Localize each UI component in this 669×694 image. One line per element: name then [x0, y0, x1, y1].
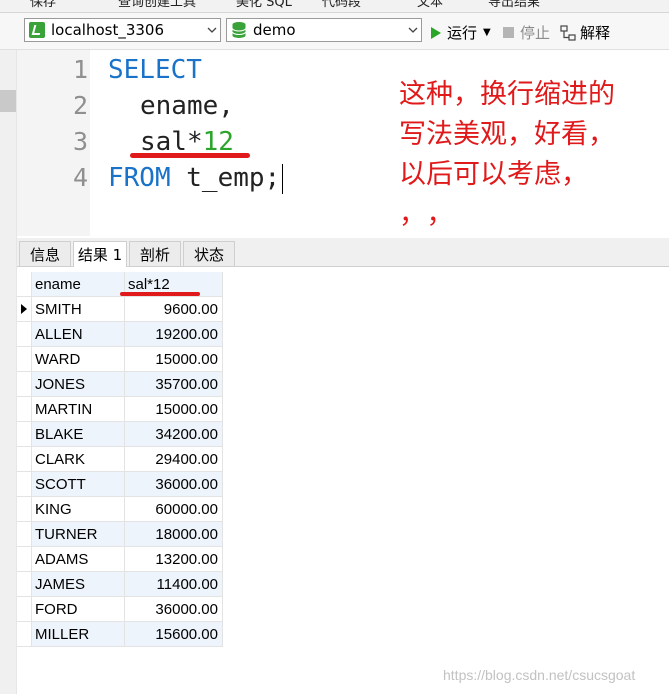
annotation-underline [120, 292, 200, 296]
connection-select[interactable]: localhost_3306 [24, 18, 221, 42]
cell-sal[interactable]: 11400.00 [125, 572, 223, 597]
database-select-value: demo [253, 21, 296, 39]
red-annotation: 这种，换行缩进的 写法美观，好看， 以后可以考虑， ，， [399, 75, 659, 235]
annotation-underline [130, 153, 250, 158]
line-number: 2 [72, 91, 88, 120]
row-indicator[interactable] [17, 497, 32, 522]
row-indicator[interactable] [17, 597, 32, 622]
cell-ename[interactable]: CLARK [32, 447, 125, 472]
top-toolbar: 保存 查询创建工具 美化 SQL 代码段 文本 导出结果 [0, 0, 669, 13]
column-header-ename[interactable]: ename [32, 272, 125, 297]
save-button[interactable]: 保存 [30, 0, 56, 10]
cell-sal[interactable]: 9600.00 [125, 297, 223, 322]
explain-label: 解释 [580, 24, 611, 42]
text-button[interactable]: 文本 [417, 0, 443, 10]
rail-handle[interactable] [0, 90, 16, 112]
code-line-2: ename, [140, 91, 234, 121]
column-ename: ename, [140, 91, 234, 121]
cell-ename[interactable]: TURNER [32, 522, 125, 547]
stop-icon [503, 27, 514, 38]
annotation-line-2: 写法美观，好看， [399, 119, 615, 150]
code-snippet-button[interactable]: 代码段 [322, 0, 361, 10]
caret-down-icon[interactable]: ▼ [483, 27, 491, 38]
database-select[interactable]: demo [226, 18, 422, 42]
cell-sal[interactable]: 29400.00 [125, 447, 223, 472]
database-icon [232, 22, 246, 38]
row-indicator[interactable] [17, 372, 32, 397]
row-indicator[interactable] [17, 422, 32, 447]
beautify-sql-button[interactable]: 美化 SQL [236, 0, 292, 10]
query-builder-button[interactable]: 查询创建工具 [118, 0, 196, 10]
row-indicator[interactable] [17, 397, 32, 422]
row-indicator[interactable] [17, 472, 32, 497]
row-indicator[interactable] [17, 347, 32, 372]
tab-status[interactable]: 状态 [183, 241, 235, 266]
cell-sal[interactable]: 15000.00 [125, 397, 223, 422]
cell-ename[interactable]: ALLEN [32, 322, 125, 347]
line-number: 3 [72, 127, 88, 156]
row-indicator-header [17, 272, 32, 297]
chevron-down-icon [204, 19, 220, 41]
stop-label: 停止 [520, 24, 551, 42]
row-indicator[interactable] [17, 572, 32, 597]
cell-ename[interactable]: SCOTT [32, 472, 125, 497]
cell-ename[interactable]: JONES [32, 372, 125, 397]
cell-sal[interactable]: 13200.00 [125, 547, 223, 572]
row-indicator[interactable] [17, 622, 32, 647]
cell-ename[interactable]: MILLER [32, 622, 125, 647]
code-line-4: FROM t_emp; [108, 163, 284, 194]
connection-toolbar: localhost_3306 demo 运行 ▼ 停止 解释 [0, 13, 669, 50]
tab-info[interactable]: 信息 [19, 241, 71, 266]
cell-sal[interactable]: 34200.00 [125, 422, 223, 447]
annotation-line-3: 以后可以考虑， [399, 159, 588, 190]
cell-sal[interactable]: 60000.00 [125, 497, 223, 522]
cell-sal[interactable]: 36000.00 [125, 597, 223, 622]
row-indicator[interactable] [17, 547, 32, 572]
keyword-from: FROM [108, 163, 171, 193]
cell-sal[interactable]: 19200.00 [125, 322, 223, 347]
cell-sal[interactable]: 35700.00 [125, 372, 223, 397]
annotation-line-1: 这种，换行缩进的 [399, 79, 615, 110]
connection-select-value: localhost_3306 [51, 21, 165, 39]
cell-ename[interactable]: WARD [32, 347, 125, 372]
cell-ename[interactable]: JAMES [32, 572, 125, 597]
cell-ename[interactable]: MARTIN [32, 397, 125, 422]
text-cursor [282, 163, 284, 194]
result-tabs: 信息 结果 1 剖析 状态 [17, 238, 669, 267]
row-pointer-icon [21, 304, 27, 314]
cell-ename[interactable]: KING [32, 497, 125, 522]
explain-icon [560, 24, 576, 41]
tab-result-1[interactable]: 结果 1 [73, 241, 127, 267]
export-result-button[interactable]: 导出结果 [488, 0, 540, 10]
cell-sal[interactable]: 15600.00 [125, 622, 223, 647]
stop-button[interactable]: 停止 [503, 22, 550, 43]
keyword-select: SELECT [108, 55, 202, 85]
table-name: t_emp; [170, 163, 281, 193]
cell-sal[interactable]: 36000.00 [125, 472, 223, 497]
chevron-down-icon [405, 19, 421, 41]
connection-icon [29, 22, 45, 38]
run-label: 运行 [447, 24, 478, 42]
code-line-1: SELECT [108, 55, 202, 85]
row-indicator[interactable] [17, 522, 32, 547]
row-indicator[interactable] [17, 297, 32, 322]
cell-ename[interactable]: ADAMS [32, 547, 125, 572]
tab-profile[interactable]: 剖析 [129, 241, 181, 266]
play-icon [431, 26, 441, 39]
line-number-gutter: 1 2 3 4 [17, 50, 90, 236]
line-number: 1 [72, 55, 88, 84]
cell-ename[interactable]: BLAKE [32, 422, 125, 447]
watermark: https://blog.csdn.net/csucsgoat [443, 667, 636, 683]
row-indicator[interactable] [17, 322, 32, 347]
line-number: 4 [72, 163, 88, 192]
left-sidebar-rail [0, 50, 17, 694]
explain-button[interactable]: 解释 [560, 22, 610, 43]
cell-ename[interactable]: SMITH [32, 297, 125, 322]
row-indicator[interactable] [17, 447, 32, 472]
cell-sal[interactable]: 15000.00 [125, 347, 223, 372]
cell-sal[interactable]: 18000.00 [125, 522, 223, 547]
annotation-line-4: ，， [399, 199, 468, 230]
run-button[interactable]: 运行 ▼ [431, 22, 491, 43]
cell-ename[interactable]: FORD [32, 597, 125, 622]
